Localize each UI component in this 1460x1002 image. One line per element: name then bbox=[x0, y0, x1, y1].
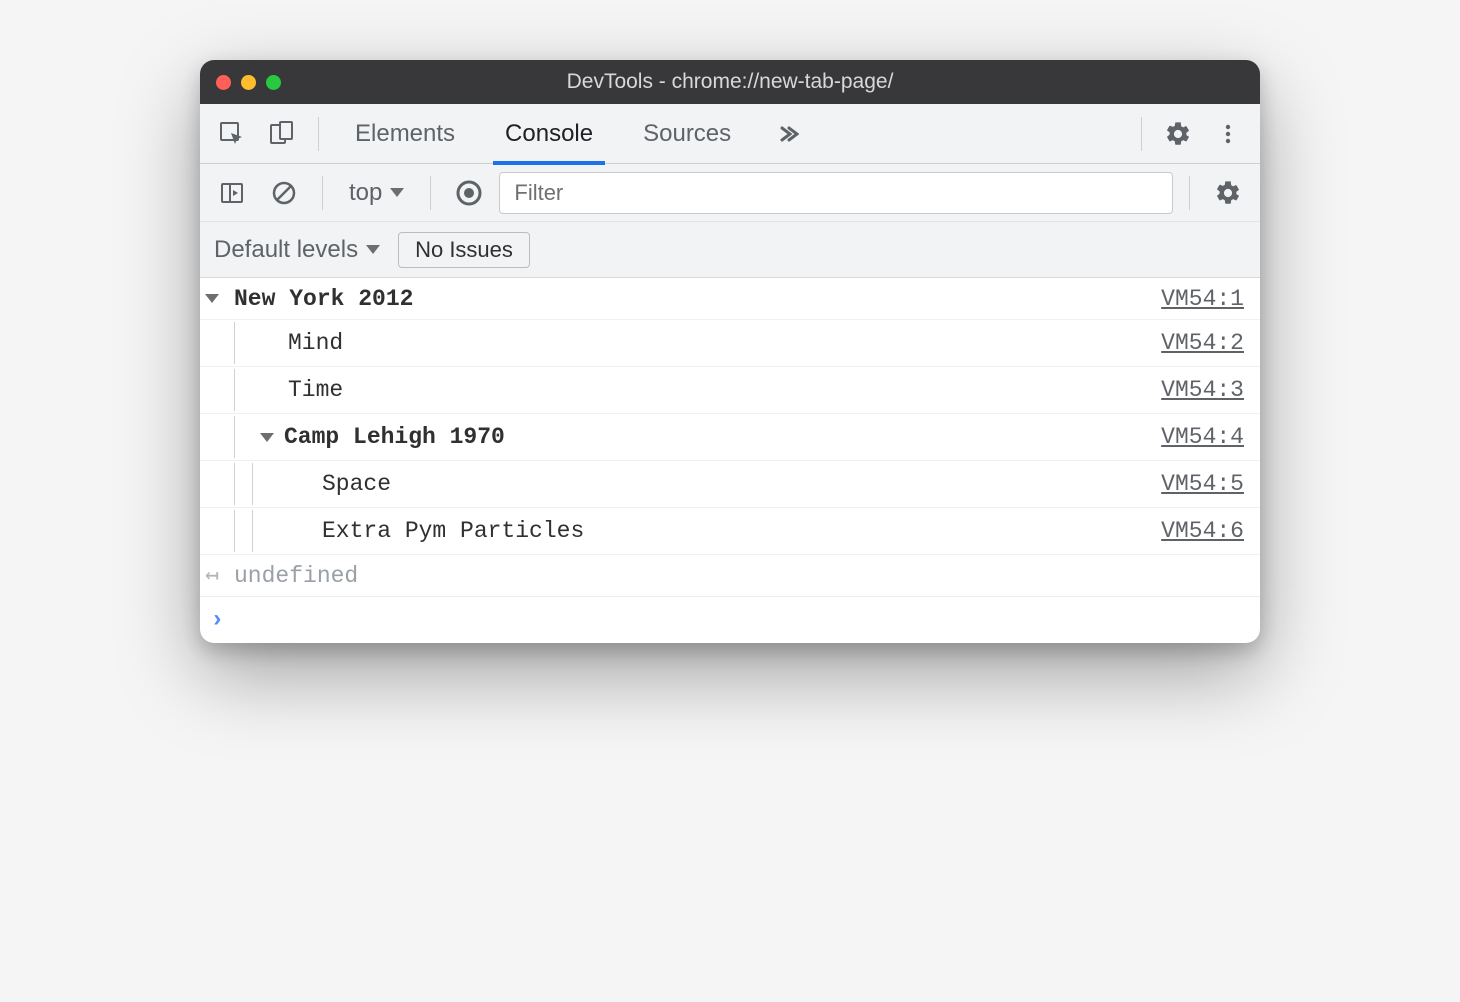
collapse-toggle-icon[interactable] bbox=[205, 294, 219, 303]
console-log-row: Space VM54:5 bbox=[200, 461, 1260, 508]
console-group-header: Camp Lehigh 1970 VM54:4 bbox=[200, 414, 1260, 461]
dropdown-icon bbox=[390, 188, 404, 197]
prompt-caret-icon: › bbox=[210, 607, 224, 634]
source-link[interactable]: VM54:3 bbox=[1161, 377, 1244, 403]
source-link[interactable]: VM54:1 bbox=[1161, 286, 1244, 312]
source-link[interactable]: VM54:4 bbox=[1161, 424, 1244, 450]
source-link[interactable]: VM54:2 bbox=[1161, 330, 1244, 356]
tree-guide bbox=[234, 322, 252, 364]
log-levels-selector[interactable]: Default levels bbox=[214, 236, 380, 264]
console-log-row: Time VM54:3 bbox=[200, 367, 1260, 414]
source-link[interactable]: VM54:5 bbox=[1161, 471, 1244, 497]
tab-sources[interactable]: Sources bbox=[621, 104, 753, 164]
live-expression-icon[interactable] bbox=[447, 171, 491, 215]
close-window-button[interactable] bbox=[216, 75, 231, 90]
toggle-console-sidebar-icon[interactable] bbox=[210, 171, 254, 215]
settings-icon[interactable] bbox=[1156, 112, 1200, 156]
issues-button[interactable]: No Issues bbox=[398, 232, 530, 268]
divider bbox=[430, 176, 431, 210]
devtools-window: DevTools - chrome://new-tab-page/ Elemen… bbox=[200, 60, 1260, 643]
filter-input[interactable] bbox=[499, 172, 1173, 214]
log-message: New York 2012 bbox=[234, 286, 1161, 312]
tree-guide bbox=[234, 416, 252, 458]
tree-guide bbox=[234, 463, 252, 505]
traffic-lights bbox=[216, 75, 281, 90]
console-toolbar: top bbox=[200, 164, 1260, 222]
console-log-row: Mind VM54:2 bbox=[200, 320, 1260, 367]
context-label: top bbox=[349, 179, 382, 207]
levels-label: Default levels bbox=[214, 236, 358, 264]
console-group-header: New York 2012 VM54:1 bbox=[200, 278, 1260, 320]
return-value: undefined bbox=[234, 563, 1244, 589]
log-message: Time bbox=[288, 377, 343, 403]
divider bbox=[1189, 176, 1190, 210]
tree-guide bbox=[234, 510, 252, 552]
divider bbox=[322, 176, 323, 210]
return-indicator-icon: ↤ bbox=[205, 562, 229, 589]
tab-elements[interactable]: Elements bbox=[333, 104, 477, 164]
inspect-element-icon[interactable] bbox=[210, 112, 254, 156]
log-message: Camp Lehigh 1970 bbox=[284, 424, 505, 450]
dropdown-icon bbox=[366, 245, 380, 254]
window-titlebar: DevTools - chrome://new-tab-page/ bbox=[200, 60, 1260, 104]
devtools-tabbar: Elements Console Sources bbox=[200, 104, 1260, 164]
collapse-toggle-icon[interactable] bbox=[260, 433, 274, 442]
tree-guide bbox=[252, 463, 282, 505]
console-settings-icon[interactable] bbox=[1206, 171, 1250, 215]
tab-console[interactable]: Console bbox=[483, 104, 615, 164]
console-prompt[interactable]: › bbox=[200, 597, 1260, 643]
source-link[interactable]: VM54:6 bbox=[1161, 518, 1244, 544]
divider bbox=[1141, 117, 1142, 151]
window-title: DevTools - chrome://new-tab-page/ bbox=[200, 70, 1260, 94]
maximize-window-button[interactable] bbox=[266, 75, 281, 90]
console-log-row: Extra Pym Particles VM54:6 bbox=[200, 508, 1260, 555]
divider bbox=[318, 117, 319, 151]
minimize-window-button[interactable] bbox=[241, 75, 256, 90]
log-message: Mind bbox=[288, 330, 343, 356]
console-toolbar-secondary: Default levels No Issues bbox=[200, 222, 1260, 278]
more-tabs-button[interactable] bbox=[759, 122, 815, 146]
log-message: Extra Pym Particles bbox=[322, 518, 584, 544]
console-output: New York 2012 VM54:1 Mind VM54:2 Time VM… bbox=[200, 278, 1260, 643]
clear-console-icon[interactable] bbox=[262, 171, 306, 215]
console-return-row: ↤ undefined bbox=[200, 555, 1260, 597]
execution-context-selector[interactable]: top bbox=[339, 179, 414, 207]
more-options-icon[interactable] bbox=[1206, 112, 1250, 156]
log-message: Space bbox=[322, 471, 391, 497]
device-toolbar-icon[interactable] bbox=[260, 112, 304, 156]
tree-guide bbox=[234, 369, 252, 411]
tree-guide bbox=[252, 510, 282, 552]
